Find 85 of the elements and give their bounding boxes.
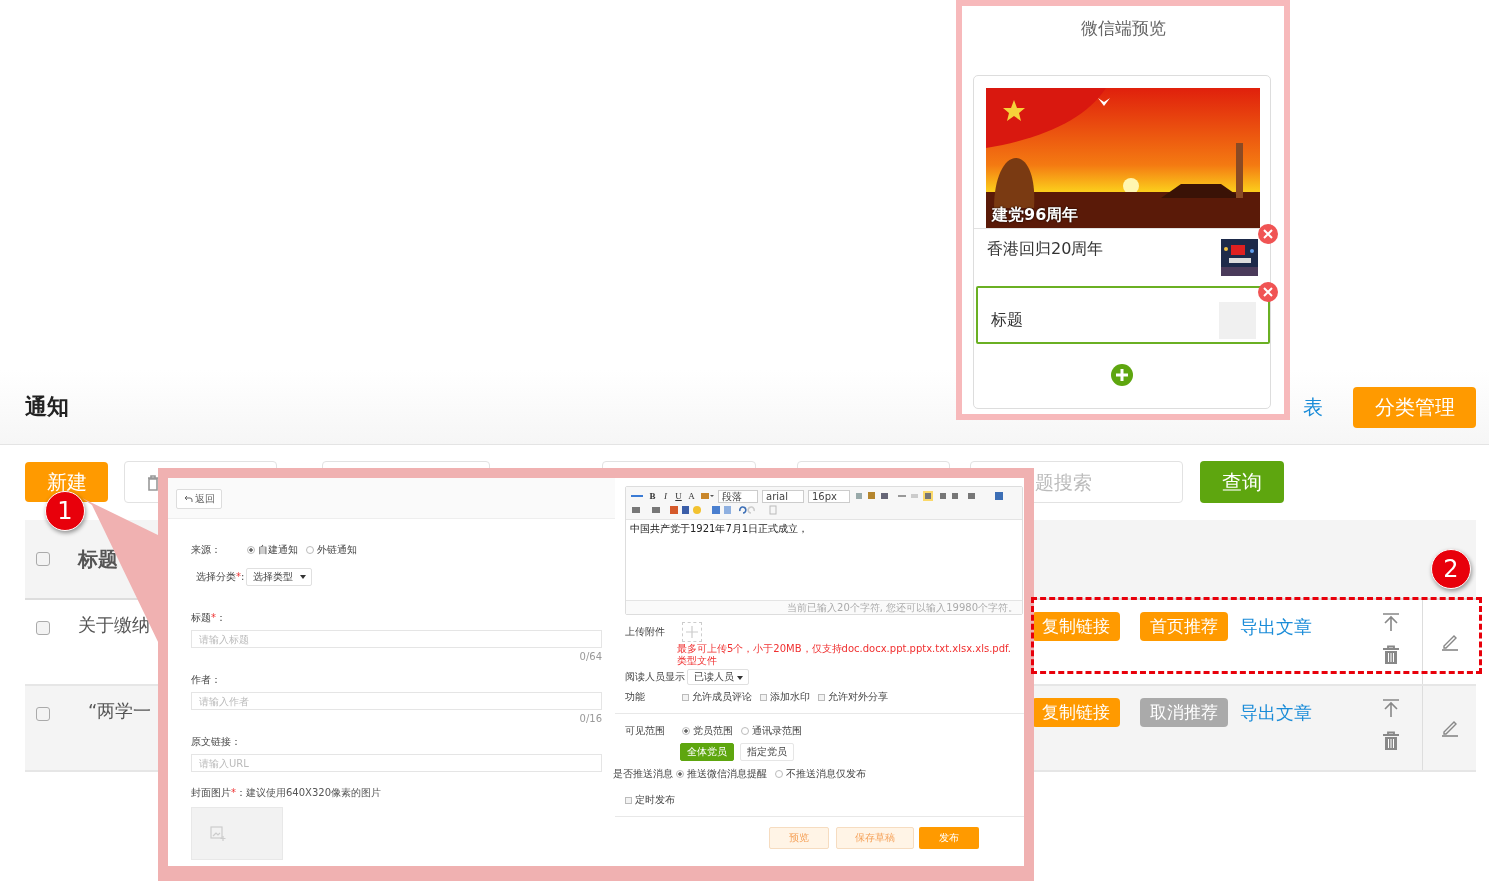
field-label: 标题*： — [191, 611, 227, 625]
back-button[interactable]: 返回 — [176, 489, 222, 509]
field-label: 封面图片*：建议使用640X320像素的图片 — [191, 786, 383, 800]
text-input[interactable]: 请输入标题 — [191, 630, 602, 648]
radio-button[interactable] — [741, 727, 749, 735]
editor-tools-drawing[interactable] — [630, 505, 780, 515]
text-input[interactable]: 请输入作者 — [191, 692, 602, 710]
preview-title: 微信端预览 — [1079, 17, 1167, 40]
field-label: 来源： — [191, 543, 222, 557]
plus-icon — [686, 626, 698, 638]
radio-label: 通讯录范围 — [752, 724, 802, 738]
scope-button[interactable]: 指定党员 — [740, 743, 794, 761]
radio-label: 不推送消息仅发布 — [786, 767, 866, 781]
caret-icon — [300, 575, 307, 579]
close-icon[interactable] — [1258, 224, 1278, 244]
font-color-button[interactable]: A — [687, 491, 696, 501]
article-title: 香港回归20周年 — [987, 239, 1104, 260]
move-top-icon[interactable] — [1382, 612, 1400, 632]
trash-icon[interactable] — [1382, 731, 1400, 751]
font-select[interactable]: arial — [762, 489, 804, 503]
edit-icon[interactable] — [1440, 719, 1459, 737]
export-link[interactable]: 导出文章 — [1240, 701, 1312, 725]
radio-button[interactable] — [247, 546, 255, 554]
page-title: 通知 — [25, 393, 69, 421]
radio-label: 推送微信消息提醒 — [687, 767, 767, 781]
radio-label: 自建通知 — [258, 543, 298, 557]
radio-button[interactable] — [682, 727, 690, 735]
field-label: 可见范围 — [625, 724, 666, 738]
radio-button[interactable] — [676, 770, 684, 778]
field-label: 选择分类*: — [196, 570, 245, 584]
radio-button[interactable] — [306, 546, 314, 554]
field-label: 阅读人员显示 — [625, 670, 685, 684]
checkbox-label: 添加水印 — [770, 690, 810, 704]
category-select[interactable]: 选择类型 — [246, 568, 313, 586]
highlight-icon[interactable] — [700, 492, 714, 500]
char-counter: 当前已输入20个字符, 您还可以输入19980个字符。 — [626, 600, 1022, 614]
field-label: 功能 — [625, 690, 646, 704]
html-icon[interactable] — [630, 492, 644, 500]
checkbox[interactable] — [36, 552, 50, 566]
char-counter: 0/16 — [578, 712, 602, 726]
radio-label: 外链通知 — [317, 543, 357, 557]
close-icon[interactable] — [1258, 282, 1278, 302]
rich-text-editor[interactable]: B I U A 段落 arial 16px 中国共产党于1921年7月1日正式成立， 当前已输入20个字符, 您还可以输入19980个字符。 — [625, 486, 1023, 615]
bold-button[interactable]: B — [648, 491, 657, 501]
move-top-icon[interactable] — [1382, 698, 1400, 718]
checkbox-label: 允许对外分享 — [828, 690, 888, 704]
caret-icon — [737, 676, 743, 680]
char-counter: 0/64 — [578, 650, 602, 664]
cover-caption: 建党96周年 — [992, 205, 1079, 226]
upload-note: 最多可上传5个，小于20MB，仅支持doc.docx.ppt.pptx.txt.xlsx.xls.pdf.类型文件 — [677, 643, 1012, 667]
field-label: 原文链接： — [191, 735, 242, 749]
text-input[interactable]: 请输入URL — [191, 754, 602, 772]
radio-button[interactable] — [775, 770, 783, 778]
checkbox[interactable] — [36, 707, 50, 721]
field-label: 作者： — [191, 673, 222, 687]
column-header: 标题 — [78, 545, 118, 573]
reader-select[interactable]: 已读人员 — [687, 669, 749, 685]
checkbox[interactable] — [625, 796, 632, 804]
article-title: “两学一 — [87, 700, 152, 721]
checkbox[interactable] — [36, 621, 50, 635]
checkbox-label: 定时发布 — [635, 793, 675, 807]
radio-label: 党员范围 — [693, 724, 733, 738]
export-link[interactable]: 导出文章 — [1240, 615, 1312, 639]
article-title: 标题 — [991, 309, 1023, 331]
checkbox[interactable] — [682, 693, 689, 701]
article-item[interactable]: 标题 — [976, 286, 1270, 344]
back-icon — [183, 495, 193, 503]
article-title: 关于缴纳 — [78, 614, 150, 635]
checkbox[interactable] — [760, 693, 767, 701]
add-icon[interactable] — [1111, 364, 1133, 386]
add-image-icon — [210, 825, 226, 842]
trash-icon — [147, 474, 159, 491]
trash-icon[interactable] — [1382, 645, 1400, 665]
underline-button[interactable]: U — [674, 491, 683, 501]
checkbox-label: 允许成员评论 — [692, 690, 752, 704]
field-label: 是否推送消息 — [613, 767, 673, 781]
checkbox[interactable] — [818, 693, 825, 701]
editor-tools-drawing[interactable] — [854, 491, 1004, 501]
list-link[interactable]: 表 — [1303, 393, 1323, 421]
italic-button[interactable]: I — [661, 491, 670, 501]
field-label: 上传附件 — [625, 625, 666, 639]
edit-icon[interactable] — [1440, 633, 1459, 651]
size-select[interactable]: 16px — [808, 489, 850, 503]
format-select[interactable]: 段落 — [718, 489, 758, 503]
editor-content: 中国共产党于1921年7月1日正式成立， — [629, 522, 810, 536]
